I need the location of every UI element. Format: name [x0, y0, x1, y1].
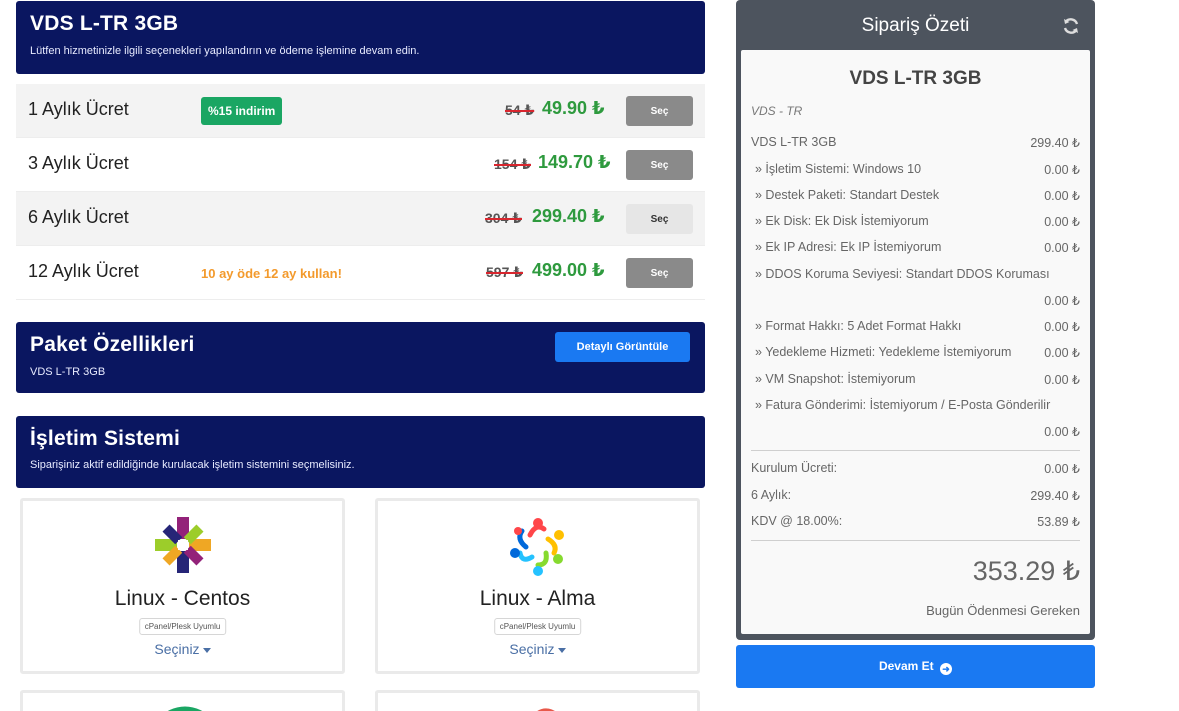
- os-logo-icon: [537, 708, 555, 711]
- billing-row-6: 6 Aylık Ücret 304 ₺ 299.40 ₺ Seç: [16, 192, 705, 246]
- billing-label: 6 Aylık Ücret: [28, 207, 129, 227]
- old-price: 597 ₺: [486, 264, 523, 280]
- almalinux-logo-icon: [509, 518, 564, 576]
- continue-label: Devam Et: [878, 658, 934, 673]
- price: 149.70 ₺: [538, 152, 611, 172]
- billing-label: 1 Aylık Ücret: [28, 99, 129, 119]
- line-label: Kurulum Ücreti:: [751, 461, 838, 475]
- summary-line-option: » Fatura Gönderimi: İstemiyorum / E-Post…: [751, 398, 1080, 439]
- os-version-select[interactable]: Seçiniz: [378, 641, 697, 657]
- select-label: Seçiniz: [154, 641, 200, 657]
- line-amount: 0.00 ₺: [1044, 241, 1080, 255]
- line-amount: 0.00 ₺: [1044, 294, 1080, 308]
- summary-divider: [751, 450, 1080, 451]
- summary-line-option: » DDOS Koruma Seviyesi: Standart DDOS Ko…: [751, 267, 1080, 308]
- package-title: Paket Özellikleri: [30, 333, 195, 356]
- summary-product-group: VDS - TR: [751, 104, 803, 118]
- caret-down-icon: [557, 647, 566, 653]
- os-card-partial[interactable]: [375, 690, 700, 711]
- line-amount: 0.00 ₺: [1044, 189, 1080, 203]
- select-cycle-button-active[interactable]: Seç: [626, 204, 693, 234]
- os-header: İşletim Sistemi Siparişiniz aktif edildi…: [16, 416, 705, 488]
- line-label: » Yedekleme Hizmeti: Yedekleme İstemiyor…: [755, 345, 1012, 359]
- price: 499.00 ₺: [532, 260, 605, 280]
- arrow-right-circle-icon: ➜: [940, 662, 953, 675]
- line-amount: 0.00 ₺: [1044, 346, 1080, 360]
- package-subtitle: VDS L-TR 3GB: [30, 366, 106, 378]
- billing-row-1: 1 Aylık Ücret %15 indirim 54 ₺ 49.90 ₺ S…: [16, 84, 705, 138]
- select-cycle-button[interactable]: Seç: [626, 150, 693, 180]
- line-amount: 0.00 ₺: [1044, 215, 1080, 229]
- line-label: KDV @ 18.00%:: [751, 514, 843, 528]
- line-label: » DDOS Koruma Seviyesi: Standart DDOS Ko…: [755, 267, 1050, 281]
- os-name: Linux - Alma: [479, 587, 596, 610]
- line-amount: 53.89 ₺: [1037, 515, 1080, 529]
- old-price: 54 ₺: [505, 102, 535, 118]
- os-name: Linux - Centos: [114, 587, 251, 610]
- product-header: VDS L-TR 3GB Lütfen hizmetinizle ilgili …: [16, 1, 705, 74]
- summary-title: Sipariş Özeti: [861, 15, 970, 36]
- centos-logo-icon: [154, 517, 211, 573]
- summary-product-name: VDS L-TR 3GB: [849, 68, 982, 89]
- billing-row-12: 12 Aylık Ücret 10 ay öde 12 ay kullan! 5…: [16, 246, 705, 300]
- compat-badge: cPanel/Plesk Uyumlu: [138, 618, 227, 635]
- order-summary: Sipariş Özeti VDS L-TR 3GB VDS - TR VDS …: [736, 0, 1095, 640]
- summary-total-label: Bugün Ödenmesi Gereken: [926, 603, 1080, 618]
- line-label: » İşletim Sistemi: Windows 10: [755, 162, 922, 176]
- line-amount: 299.40 ₺: [1030, 489, 1080, 503]
- os-logo-icon: [167, 706, 203, 711]
- line-label: » Format Hakkı: 5 Adet Format Hakkı: [755, 319, 962, 333]
- compat-badge: cPanel/Plesk Uyumlu: [493, 618, 582, 635]
- price: 299.40 ₺: [532, 206, 605, 226]
- package-header: Paket Özellikleri VDS L-TR 3GB Detaylı G…: [16, 322, 705, 393]
- billing-row-3: 3 Aylık Ücret 154 ₺ 149.70 ₺ Seç: [16, 138, 705, 192]
- line-amount: 0.00 ₺: [1044, 320, 1080, 334]
- price: 49.90 ₺: [542, 98, 605, 118]
- line-label: » Ek IP Adresi: Ek IP İstemiyorum: [755, 240, 942, 254]
- os-card-alma[interactable]: Linux - Alma cPanel/Plesk Uyumlu Seçiniz: [375, 498, 700, 674]
- old-price: 154 ₺: [494, 156, 531, 172]
- summary-divider: [751, 540, 1080, 541]
- line-label: » Fatura Gönderimi: İstemiyorum / E-Post…: [755, 398, 1051, 412]
- os-card-centos[interactable]: Linux - Centos cPanel/Plesk Uyumlu Seçin…: [20, 498, 345, 674]
- line-label: » Destek Paketi: Standart Destek: [755, 188, 940, 202]
- summary-panel: VDS L-TR 3GB VDS - TR VDS L-TR 3GB 299.4…: [741, 50, 1090, 634]
- caret-down-icon: [202, 647, 211, 653]
- line-label: » Ek Disk: Ek Disk İstemiyorum: [755, 214, 929, 228]
- os-version-select[interactable]: Seçiniz: [23, 641, 342, 657]
- refresh-icon[interactable]: [1061, 16, 1081, 36]
- billing-label: 3 Aylık Ücret: [28, 153, 129, 173]
- select-label: Seçiniz: [509, 641, 555, 657]
- line-amount: 0.00 ₺: [1044, 373, 1080, 387]
- discount-badge: %15 indirim: [201, 97, 283, 125]
- detail-view-button[interactable]: Detaylı Görüntüle: [555, 332, 690, 362]
- product-subtitle: Lütfen hizmetinizle ilgili seçenekleri y…: [30, 45, 420, 57]
- line-label: VDS L-TR 3GB: [751, 135, 837, 149]
- line-amount: 299.40 ₺: [1030, 136, 1080, 150]
- select-cycle-button[interactable]: Seç: [626, 258, 693, 288]
- os-subtitle: Siparişiniz aktif edildiğinde kurulacak …: [30, 459, 355, 471]
- billing-label: 12 Aylık Ücret: [28, 261, 139, 281]
- continue-button[interactable]: Devam Et ➜: [736, 645, 1095, 688]
- summary-total: 353.29 ₺: [972, 556, 1080, 586]
- product-title: VDS L-TR 3GB: [30, 12, 179, 35]
- old-price: 304 ₺: [485, 210, 522, 226]
- select-cycle-button[interactable]: Seç: [626, 96, 693, 126]
- line-amount: 0.00 ₺: [1044, 163, 1080, 177]
- line-label: » VM Snapshot: İstemiyorum: [755, 372, 916, 386]
- os-card-partial[interactable]: [20, 690, 345, 711]
- line-amount: 0.00 ₺: [1044, 462, 1080, 476]
- line-label: 6 Aylık:: [751, 488, 792, 502]
- line-amount: 0.00 ₺: [1044, 425, 1080, 439]
- os-title: İşletim Sistemi: [30, 427, 181, 450]
- promo-text: 10 ay öde 12 ay kullan!: [201, 266, 342, 281]
